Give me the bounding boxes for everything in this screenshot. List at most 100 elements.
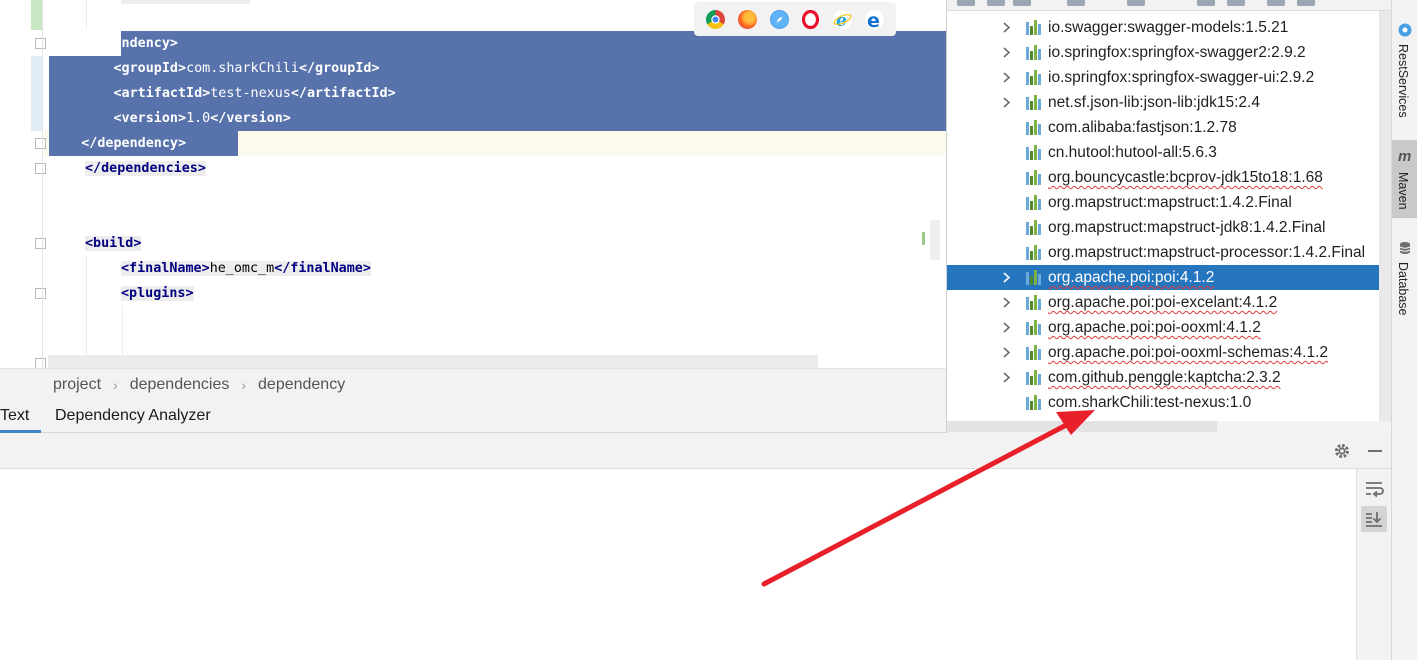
indent-guide [86, 256, 87, 368]
library-icon [1026, 45, 1043, 60]
tree-item[interactable]: org.apache.poi:poi-excelant:4.1.2 [947, 290, 1391, 315]
fold-marker-icon[interactable] [35, 38, 46, 49]
code-line: <groupId>com.sharkChili</groupId> [49, 56, 380, 81]
fold-marker-icon[interactable] [35, 163, 46, 174]
breadcrumb-item-dependencies[interactable]: dependencies [130, 376, 230, 394]
gear-icon[interactable] [1333, 442, 1351, 460]
refresh-icon[interactable] [957, 0, 975, 6]
chevron-right-icon[interactable] [1000, 96, 1013, 109]
console-output[interactable] [0, 469, 1391, 660]
tree-item[interactable]: org.apache.poi:poi-ooxml:4.1.2 [947, 315, 1391, 340]
tree-item-label: net.sf.json-lib:json-lib:jdk15:2.4 [1048, 94, 1260, 111]
tree-item[interactable]: com.alibaba:fastjson:1.2.78 [947, 115, 1391, 140]
run-icon[interactable] [1127, 0, 1145, 6]
library-icon [1026, 120, 1043, 135]
xml-open-tag: <build> [85, 236, 142, 251]
maven-horizontal-scrollbar[interactable] [947, 421, 1217, 432]
tree-item[interactable]: org.bouncycastle:bcprov-jdk15to18:1.68 [947, 165, 1391, 190]
library-icon [1026, 95, 1043, 110]
tree-item[interactable]: org.mapstruct:mapstruct:1.4.2.Final [947, 190, 1391, 215]
database-label: Database [1396, 262, 1410, 316]
svg-text:e: e [867, 10, 880, 29]
show-dependencies-icon[interactable] [1267, 0, 1285, 6]
tab-dependency-analyzer[interactable]: Dependency Analyzer [55, 400, 211, 433]
edge-icon[interactable]: e [864, 9, 884, 32]
editor-gutter [0, 0, 46, 368]
library-icon [1026, 145, 1043, 160]
library-icon [1026, 70, 1043, 85]
skip-tests-icon[interactable] [1227, 0, 1245, 6]
toggle-offline-icon[interactable] [1197, 0, 1215, 6]
edge-glyph-icon: e [867, 10, 880, 32]
fold-marker-icon[interactable] [35, 288, 46, 299]
download-icon[interactable] [1013, 0, 1031, 6]
reimport-icon[interactable] [987, 0, 1005, 6]
chevron-right-icon[interactable] [1000, 321, 1013, 334]
chevron-right-icon[interactable] [1000, 71, 1013, 84]
tab-text[interactable]: Text [0, 400, 41, 433]
soft-wrap-icon[interactable] [1361, 475, 1387, 501]
chevron-right-icon[interactable] [1000, 371, 1013, 384]
tree-item[interactable]: org.apache.poi:poi-ooxml-schemas:4.1.2 [947, 340, 1391, 365]
firefox-icon[interactable] [737, 9, 757, 29]
chevron-right-icon[interactable] [1000, 296, 1013, 309]
browser-preview-bar: e e [694, 2, 896, 36]
vertical-scrollbar[interactable] [930, 220, 940, 260]
tree-item[interactable]: org.mapstruct:mapstruct-processor:1.4.2.… [947, 240, 1391, 265]
add-icon[interactable] [1067, 0, 1085, 6]
breadcrumb-item-dependency[interactable]: dependency [258, 376, 345, 394]
tree-item[interactable]: io.springfox:springfox-swagger2:2.9.2 [947, 40, 1391, 65]
chrome-icon[interactable] [706, 9, 726, 29]
opera-icon[interactable] [801, 9, 821, 29]
rest-services-tool-button[interactable]: RestServices [1392, 18, 1417, 130]
tree-item[interactable]: org.mapstruct:mapstruct-jdk8:1.4.2.Final [947, 215, 1391, 240]
chevron-right-icon[interactable] [1000, 271, 1013, 284]
tree-item-label: org.mapstruct:mapstruct-jdk8:1.4.2.Final [1048, 219, 1326, 236]
horizontal-scrollbar[interactable] [48, 355, 818, 368]
tree-item[interactable]: cn.hutool:hutool-all:5.6.3 [947, 140, 1391, 165]
maven-icon: m [1398, 148, 1412, 165]
xml-value: he_omc_m [209, 261, 275, 276]
xml-open-tag: <groupId> [113, 61, 187, 76]
collapse-all-icon[interactable] [1297, 0, 1315, 6]
tree-item[interactable]: io.swagger:swagger-models:1.5.21 [947, 15, 1391, 40]
chevron-right-icon[interactable] [1000, 21, 1013, 34]
library-icon [1026, 270, 1043, 285]
tree-item-label: com.github.penggle:kaptcha:2.3.2 [1048, 369, 1281, 386]
fold-marker-icon[interactable] [35, 138, 46, 149]
code-line [121, 0, 250, 9]
tree-item-label: org.apache.poi:poi-ooxml-schemas:4.1.2 [1048, 344, 1329, 361]
code-line: <version>1.0</version> [49, 106, 291, 131]
breadcrumb-item-project[interactable]: project [53, 376, 101, 394]
tree-item[interactable]: io.springfox:springfox-swagger-ui:2.9.2 [947, 65, 1391, 90]
internet-explorer-icon[interactable]: e [832, 9, 852, 31]
tree-item[interactable]: com.github.penggle:kaptcha:2.3.2 [947, 365, 1391, 390]
maven-vertical-scrollbar[interactable] [1379, 11, 1391, 421]
maven-tool-button[interactable]: m Maven [1392, 140, 1417, 218]
fold-marker-icon[interactable] [35, 238, 46, 249]
xml-value: test-nexus [210, 86, 291, 101]
xml-value: com.sharkChili [186, 61, 299, 76]
chevron-right-icon[interactable] [1000, 46, 1013, 59]
library-icon [1026, 395, 1043, 410]
library-icon [1026, 370, 1043, 385]
code-editor[interactable]: <dependency> <groupId>com.sharkChili</gr… [0, 0, 946, 368]
xml-close-tag: </groupId> [298, 61, 380, 76]
fold-marker-icon[interactable] [35, 358, 46, 368]
code-line: <artifactId>test-nexus</artifactId> [49, 81, 396, 106]
database-tool-button[interactable]: Database [1392, 236, 1417, 326]
library-icon [1026, 320, 1043, 335]
chevron-right-icon[interactable] [1000, 346, 1013, 359]
minimize-icon[interactable] [1366, 442, 1384, 460]
safari-icon[interactable] [769, 9, 789, 29]
xml-open-tag: <finalName> [121, 261, 210, 276]
maven-tool-window: io.swagger:swagger-models:1.5.21 io.sprin… [946, 0, 1391, 433]
tree-item[interactable]: com.sharkChili:test-nexus:1.0 [947, 390, 1391, 415]
library-icon [1026, 170, 1043, 185]
scroll-to-end-icon[interactable] [1361, 506, 1387, 532]
tree-item[interactable]: net.sf.json-lib:json-lib:jdk15:2.4 [947, 90, 1391, 115]
tree-item[interactable]: org.apache.poi:poi:4.1.2 [947, 265, 1391, 290]
